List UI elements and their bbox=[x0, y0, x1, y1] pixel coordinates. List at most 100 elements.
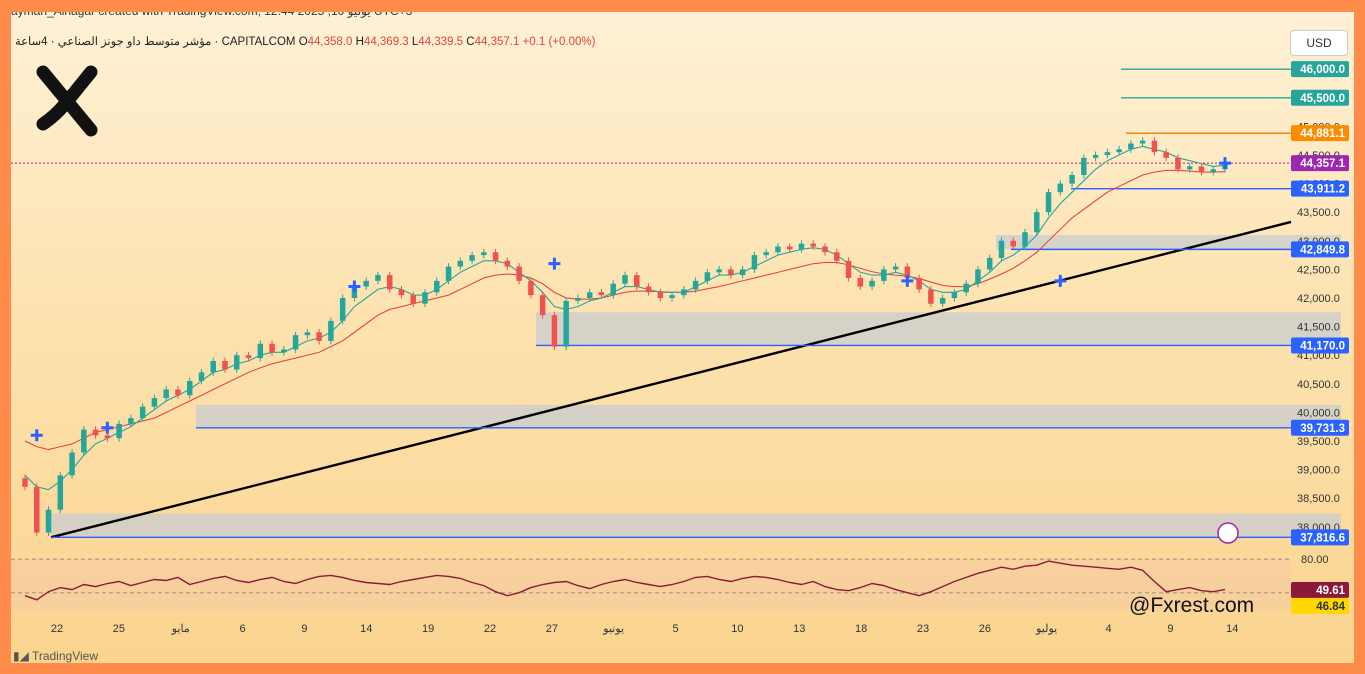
x-tick-label: يوليو bbox=[1035, 623, 1057, 635]
candle-body bbox=[386, 275, 393, 290]
candle-body bbox=[128, 418, 134, 424]
candle-body bbox=[492, 252, 499, 261]
candle-body bbox=[269, 343, 275, 353]
candle-body bbox=[810, 243, 816, 247]
candle-body bbox=[186, 380, 193, 396]
candle-body bbox=[1081, 157, 1087, 175]
candle-body bbox=[845, 260, 852, 278]
candle-body bbox=[775, 246, 781, 253]
price-badge-label: 44,881.1 bbox=[1300, 128, 1345, 140]
candle-body bbox=[539, 295, 546, 316]
rsi-secondary-label: 46.84 bbox=[1316, 601, 1345, 613]
candle-body bbox=[304, 332, 311, 336]
candle-body bbox=[363, 280, 369, 287]
candle-body bbox=[704, 272, 711, 281]
price-badge-label: 37,816.6 bbox=[1300, 532, 1345, 544]
y-tick-label: 40,000.0 bbox=[1297, 407, 1340, 419]
signal-plus-icon bbox=[30, 429, 43, 442]
brand-label: TradingView bbox=[31, 649, 98, 663]
candle-body bbox=[22, 478, 28, 487]
candle-body bbox=[504, 260, 511, 267]
candle-body bbox=[1151, 140, 1158, 153]
candle-body bbox=[975, 269, 981, 284]
x-tick-label: 13 bbox=[793, 623, 805, 635]
candle-body bbox=[81, 429, 87, 453]
candle-body bbox=[57, 475, 64, 510]
candle-body bbox=[163, 389, 169, 399]
candle-body bbox=[222, 360, 228, 370]
candle-body bbox=[751, 255, 758, 270]
candle-body bbox=[1116, 149, 1122, 153]
candle-body bbox=[339, 298, 346, 321]
candle-body bbox=[1163, 152, 1169, 158]
candle-body bbox=[457, 260, 464, 267]
x-logo-icon bbox=[36, 65, 98, 137]
demand-zone bbox=[51, 513, 1341, 538]
candle-body bbox=[281, 349, 287, 353]
candle-body bbox=[645, 286, 652, 293]
candle-body bbox=[234, 355, 240, 370]
rsi-value-label: 49.61 bbox=[1316, 585, 1345, 597]
candle-body bbox=[951, 292, 958, 298]
candle-body bbox=[998, 240, 1005, 258]
candle-body bbox=[116, 423, 122, 439]
candle-body bbox=[45, 509, 52, 533]
x-tick-label: مايو bbox=[171, 623, 190, 635]
candle-body bbox=[434, 280, 440, 293]
tradingview-brand: ▮◢ TradingView bbox=[13, 649, 98, 663]
candle-body bbox=[634, 275, 640, 287]
x-tick-label: 4 bbox=[1105, 623, 1111, 635]
chart-frame: ayman_Alnagar created with TradingView.c… bbox=[11, 12, 1354, 663]
candle-body bbox=[257, 343, 264, 359]
x-tick-label: 14 bbox=[360, 623, 372, 635]
x-tick-label: 25 bbox=[113, 623, 125, 635]
candle-body bbox=[916, 277, 922, 290]
x-tick-label: 27 bbox=[546, 623, 558, 635]
candle-body bbox=[586, 292, 593, 298]
candle-body bbox=[516, 266, 522, 281]
candle-body bbox=[869, 280, 875, 287]
candle-body bbox=[469, 255, 475, 261]
candle-body bbox=[316, 332, 322, 341]
x-tick-label: 26 bbox=[979, 623, 991, 635]
candle-body bbox=[328, 320, 334, 341]
candle-body bbox=[69, 452, 75, 476]
candle-body bbox=[1010, 240, 1016, 247]
candle-body bbox=[292, 335, 299, 350]
signal-plus-icon bbox=[348, 280, 361, 293]
candle-body bbox=[881, 269, 887, 281]
candle-body bbox=[892, 266, 899, 270]
candle-body bbox=[1210, 169, 1216, 173]
candle-body bbox=[375, 275, 381, 281]
candle-body bbox=[1128, 143, 1134, 150]
candle-body bbox=[551, 315, 558, 347]
rsi-upper-label: 80.00 bbox=[1301, 554, 1329, 566]
x-tick-label: 14 bbox=[1226, 623, 1238, 635]
candle-body bbox=[1139, 140, 1146, 144]
y-tick-label: 38,500.0 bbox=[1297, 493, 1340, 505]
price-badge-label: 39,731.3 bbox=[1300, 423, 1345, 435]
y-tick-label: 39,500.0 bbox=[1297, 436, 1340, 448]
candle-body bbox=[1092, 154, 1099, 158]
candle-body bbox=[857, 277, 864, 287]
x-tick-label: 6 bbox=[240, 623, 246, 635]
candle-body bbox=[598, 292, 605, 296]
candle-body bbox=[1045, 192, 1052, 213]
candle-body bbox=[622, 275, 628, 284]
demand-zone bbox=[536, 312, 1341, 346]
signal-plus-icon bbox=[101, 421, 114, 434]
candle-body bbox=[1104, 152, 1111, 155]
candle-body bbox=[1034, 212, 1040, 233]
price-badge-label: 42,849.8 bbox=[1300, 244, 1345, 256]
signal-plus-icon bbox=[1219, 157, 1231, 170]
candle-body bbox=[175, 389, 181, 396]
x-tick-label: 22 bbox=[484, 623, 496, 635]
y-tick-label: 43,500.0 bbox=[1297, 207, 1340, 219]
lightning-icon bbox=[1217, 522, 1239, 544]
candle-body bbox=[939, 298, 946, 304]
candle-body bbox=[34, 486, 40, 533]
signal-plus-icon bbox=[548, 257, 561, 270]
candle-body bbox=[1069, 175, 1075, 184]
x-tick-label: يونيو bbox=[602, 623, 624, 635]
y-tick-label: 42,000.0 bbox=[1297, 293, 1340, 305]
